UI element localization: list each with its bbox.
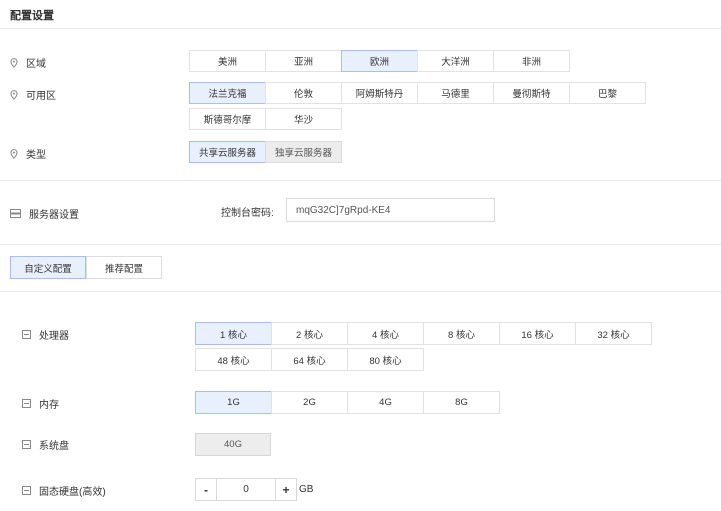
zone-option[interactable]: 法兰克福: [189, 82, 266, 104]
divider: [0, 180, 721, 181]
cpu-option[interactable]: 32 核心: [575, 322, 652, 345]
console-password-input[interactable]: mqG32C]7gRpd-KE4: [286, 198, 495, 222]
cpu-option[interactable]: 80 核心: [347, 348, 424, 371]
zone-option[interactable]: 华沙: [265, 108, 342, 130]
ssd-icon: [22, 486, 31, 495]
cpu-option[interactable]: 1 核心: [195, 322, 272, 345]
cpu-label: 处理器: [39, 331, 69, 342]
ssd-quantity-input[interactable]: 0: [217, 478, 275, 501]
memory-icon: [22, 399, 31, 408]
server-icon: [10, 209, 21, 218]
location-pin-icon: [10, 148, 18, 159]
ssd-label: 固态硬盘(高效): [39, 487, 106, 498]
divider: [0, 244, 721, 245]
processor-icon: [22, 330, 31, 339]
zone-option[interactable]: 巴黎: [569, 82, 646, 104]
memory-option[interactable]: 8G: [423, 391, 500, 414]
memory-label-group: 内存: [22, 396, 59, 411]
divider: [0, 28, 721, 29]
cpu-option[interactable]: 4 核心: [347, 322, 424, 345]
type-label: 类型: [26, 150, 46, 161]
zone-label-group: 可用区: [10, 87, 56, 102]
cpu-option[interactable]: 16 核心: [499, 322, 576, 345]
zone-label: 可用区: [26, 91, 56, 102]
ssd-decrement-button[interactable]: -: [195, 478, 217, 501]
location-pin-icon: [10, 57, 18, 68]
zone-option[interactable]: 伦敦: [265, 82, 342, 104]
disk-icon: [22, 440, 31, 449]
ssd-increment-button[interactable]: +: [275, 478, 297, 501]
ssd-unit: GB: [299, 484, 314, 495]
region-option[interactable]: 大洋洲: [417, 50, 494, 72]
region-option[interactable]: 美洲: [189, 50, 266, 72]
cpu-label-group: 处理器: [22, 327, 69, 342]
system-disk-label-group: 系统盘: [22, 437, 69, 452]
server-label-group: 服务器设置: [10, 206, 79, 221]
region-option[interactable]: 非洲: [493, 50, 570, 72]
tab-recommended-config[interactable]: 推荐配置: [86, 256, 162, 279]
memory-option[interactable]: 1G: [195, 391, 272, 414]
zone-option[interactable]: 阿姆斯特丹: [341, 82, 418, 104]
system-disk-value: 40G: [195, 433, 271, 456]
type-label-group: 类型: [10, 146, 46, 161]
memory-option[interactable]: 4G: [347, 391, 424, 414]
zone-option[interactable]: 斯德哥尔摩: [189, 108, 266, 130]
cpu-option[interactable]: 64 核心: [271, 348, 348, 371]
region-label-group: 区域: [10, 55, 46, 70]
cpu-option[interactable]: 2 核心: [271, 322, 348, 345]
zone-option[interactable]: 马德里: [417, 82, 494, 104]
cpu-option[interactable]: 8 核心: [423, 322, 500, 345]
memory-option[interactable]: 2G: [271, 391, 348, 414]
region-option[interactable]: 亚洲: [265, 50, 342, 72]
cpu-option[interactable]: 48 核心: [195, 348, 272, 371]
ssd-label-group: 固态硬盘(高效): [22, 483, 106, 498]
page-title: 配置设置: [10, 10, 54, 22]
region-label: 区域: [26, 59, 46, 70]
memory-label: 内存: [39, 400, 59, 411]
region-option[interactable]: 欧洲: [341, 50, 418, 72]
system-disk-label: 系统盘: [39, 441, 69, 452]
server-settings-label: 服务器设置: [29, 210, 79, 221]
type-option[interactable]: 共享云服务器: [189, 141, 266, 163]
password-label: 控制台密码:: [221, 208, 274, 219]
divider: [0, 291, 721, 292]
tab-custom-config[interactable]: 自定义配置: [10, 256, 86, 279]
type-option[interactable]: 独享云服务器: [265, 141, 342, 163]
zone-option[interactable]: 曼彻斯特: [493, 82, 570, 104]
location-pin-icon: [10, 89, 18, 100]
